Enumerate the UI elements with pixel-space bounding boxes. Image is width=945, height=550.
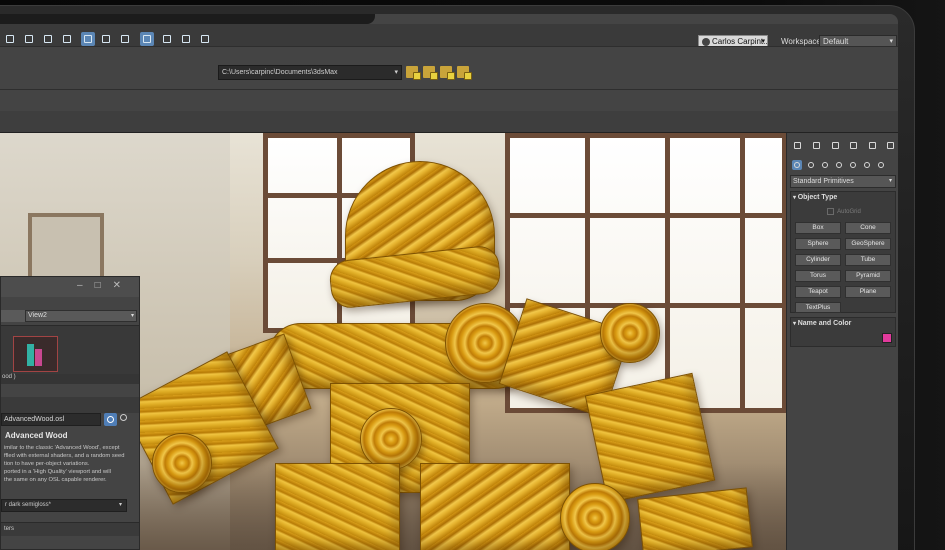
render-frame-icon[interactable] (160, 32, 174, 46)
cylinder-button[interactable]: Cylinder (795, 254, 841, 266)
name-and-color-title[interactable]: Name and Color (793, 320, 852, 327)
robot-left-wrist (152, 433, 212, 493)
osl-search-button[interactable] (120, 414, 130, 424)
osl-title: Advanced Wood (5, 431, 68, 440)
layer-icon[interactable] (41, 32, 55, 46)
chevron-down-icon: ▾ (888, 178, 892, 184)
node-label: ood ) (1, 374, 139, 384)
geometry-icon[interactable] (792, 160, 802, 170)
ribbon-row (0, 91, 898, 111)
view-value: View2 (28, 312, 47, 319)
robot-left-leg (275, 463, 400, 550)
osl-description-line: ffled with external shaders, and a rando… (4, 453, 125, 459)
command-panel: Standard Primitives ▾ Object Type AutoGr… (786, 133, 898, 550)
object-color-swatch[interactable] (882, 333, 892, 343)
teapot-button[interactable]: Teapot (795, 286, 841, 298)
window-mullion (740, 133, 745, 413)
project-settings-icon[interactable] (457, 66, 472, 80)
lights-icon[interactable] (820, 160, 830, 170)
tube-button[interactable]: Tube (845, 254, 891, 266)
robot-chest-joint (360, 408, 422, 470)
display-icon[interactable] (867, 140, 878, 151)
modify-icon[interactable] (811, 140, 822, 151)
view-dropdown[interactable]: View2 ▾ (25, 310, 137, 322)
motion-icon[interactable] (848, 140, 859, 151)
project-open-icon[interactable] (423, 66, 438, 80)
primitive-category-dropdown[interactable]: Standard Primitives ▾ (790, 175, 896, 188)
project-path-dropdown[interactable]: C:\Users\carpinc\Documents\3dsMax ▾ (218, 65, 402, 80)
plane-button[interactable]: Plane (845, 286, 891, 298)
dialog-title-bar[interactable]: –□✕ (1, 277, 139, 297)
app-window: Carlos Carpint... ▾ Workspaces: Default … (0, 14, 898, 550)
systems-icon[interactable] (876, 160, 886, 170)
name-and-color-rollout: Name and Color (790, 317, 896, 347)
window-controls[interactable]: –□✕ (77, 280, 133, 291)
chevron-down-icon: ▾ (394, 69, 398, 76)
osl-description-line: tion to have per-object variations. (4, 461, 90, 467)
material-node[interactable] (13, 336, 58, 372)
geosphere-button[interactable]: GeoSphere (845, 238, 891, 250)
preset-value: r dark semigloss* (5, 502, 52, 508)
curve-editor-icon[interactable] (81, 32, 95, 46)
teapot-icon[interactable] (198, 32, 212, 46)
align-icon[interactable] (3, 32, 17, 46)
textplus-button[interactable]: TextPlus (795, 302, 841, 313)
spacewarps-icon[interactable] (862, 160, 872, 170)
osl-file-field[interactable]: AdvancedWood.osl (1, 413, 101, 426)
user-name: Carlos Carpint... (712, 37, 768, 46)
autogrid-checkbox[interactable]: AutoGrid (791, 208, 897, 215)
view-tab[interactable] (1, 310, 25, 322)
project-path: C:\Users\carpinc\Documents\3dsMax (222, 69, 338, 76)
parameters-rollout[interactable]: ters (1, 522, 139, 536)
render-icon[interactable] (179, 32, 193, 46)
viewport-label-bar (0, 111, 898, 133)
shapes-icon[interactable] (806, 160, 816, 170)
sphere-button[interactable]: Sphere (795, 238, 841, 250)
osl-description-line: ported in a 'High Quality' viewport and … (4, 469, 111, 475)
layer-explorer-icon[interactable] (60, 32, 74, 46)
osl-description-line: the same on any OSL capable renderer. (4, 477, 107, 483)
window-mullion (665, 133, 670, 413)
search-icon (120, 414, 127, 421)
project-new-icon[interactable] (440, 66, 455, 80)
create-icon[interactable] (792, 140, 803, 151)
robot-knee-joint (560, 483, 630, 550)
select-icon[interactable] (22, 32, 36, 46)
schematic-icon[interactable] (99, 32, 113, 46)
primitive-category-value: Standard Primitives (793, 178, 854, 185)
slate-material-editor-window[interactable]: –□✕ View2 ▾ ood ) AdvancedWood.osl Advan… (0, 276, 140, 550)
box-button[interactable]: Box (795, 222, 841, 234)
chevron-down-icon: ▾ (118, 502, 122, 508)
osl-refresh-button[interactable] (104, 413, 117, 426)
osl-description-line: imilar to the classic 'Advanced Wood', e… (4, 445, 120, 451)
utilities-icon[interactable] (885, 140, 896, 151)
hierarchy-icon[interactable] (830, 140, 841, 151)
dialog-spacer (1, 397, 139, 413)
workspace-value: Default (823, 37, 849, 46)
window-mullion (505, 213, 786, 218)
material-editor-icon[interactable] (118, 32, 132, 46)
screen-top-edge (0, 14, 375, 24)
preset-dropdown[interactable]: r dark semigloss* ▾ (1, 499, 127, 512)
cameras-icon[interactable] (834, 160, 844, 170)
cone-button[interactable]: Cone (845, 222, 891, 234)
refresh-icon (107, 416, 114, 423)
user-icon (702, 38, 710, 46)
project-folder-icon[interactable] (406, 66, 421, 80)
chevron-down-icon: ▾ (130, 313, 134, 319)
laptop-scene: Carlos Carpint... ▾ Workspaces: Default … (0, 0, 945, 550)
pyramid-button[interactable]: Pyramid (845, 270, 891, 282)
robot-foot (637, 487, 753, 550)
torus-button[interactable]: Torus (795, 270, 841, 282)
render-setup-icon[interactable] (140, 32, 154, 46)
robot-right-elbow (600, 303, 660, 363)
robot-right-leg (420, 463, 570, 550)
object-type-rollout: Object Type AutoGrid Box Cone Sphere Geo… (790, 191, 896, 313)
object-type-title[interactable]: Object Type (793, 194, 838, 201)
helpers-icon[interactable] (848, 160, 858, 170)
